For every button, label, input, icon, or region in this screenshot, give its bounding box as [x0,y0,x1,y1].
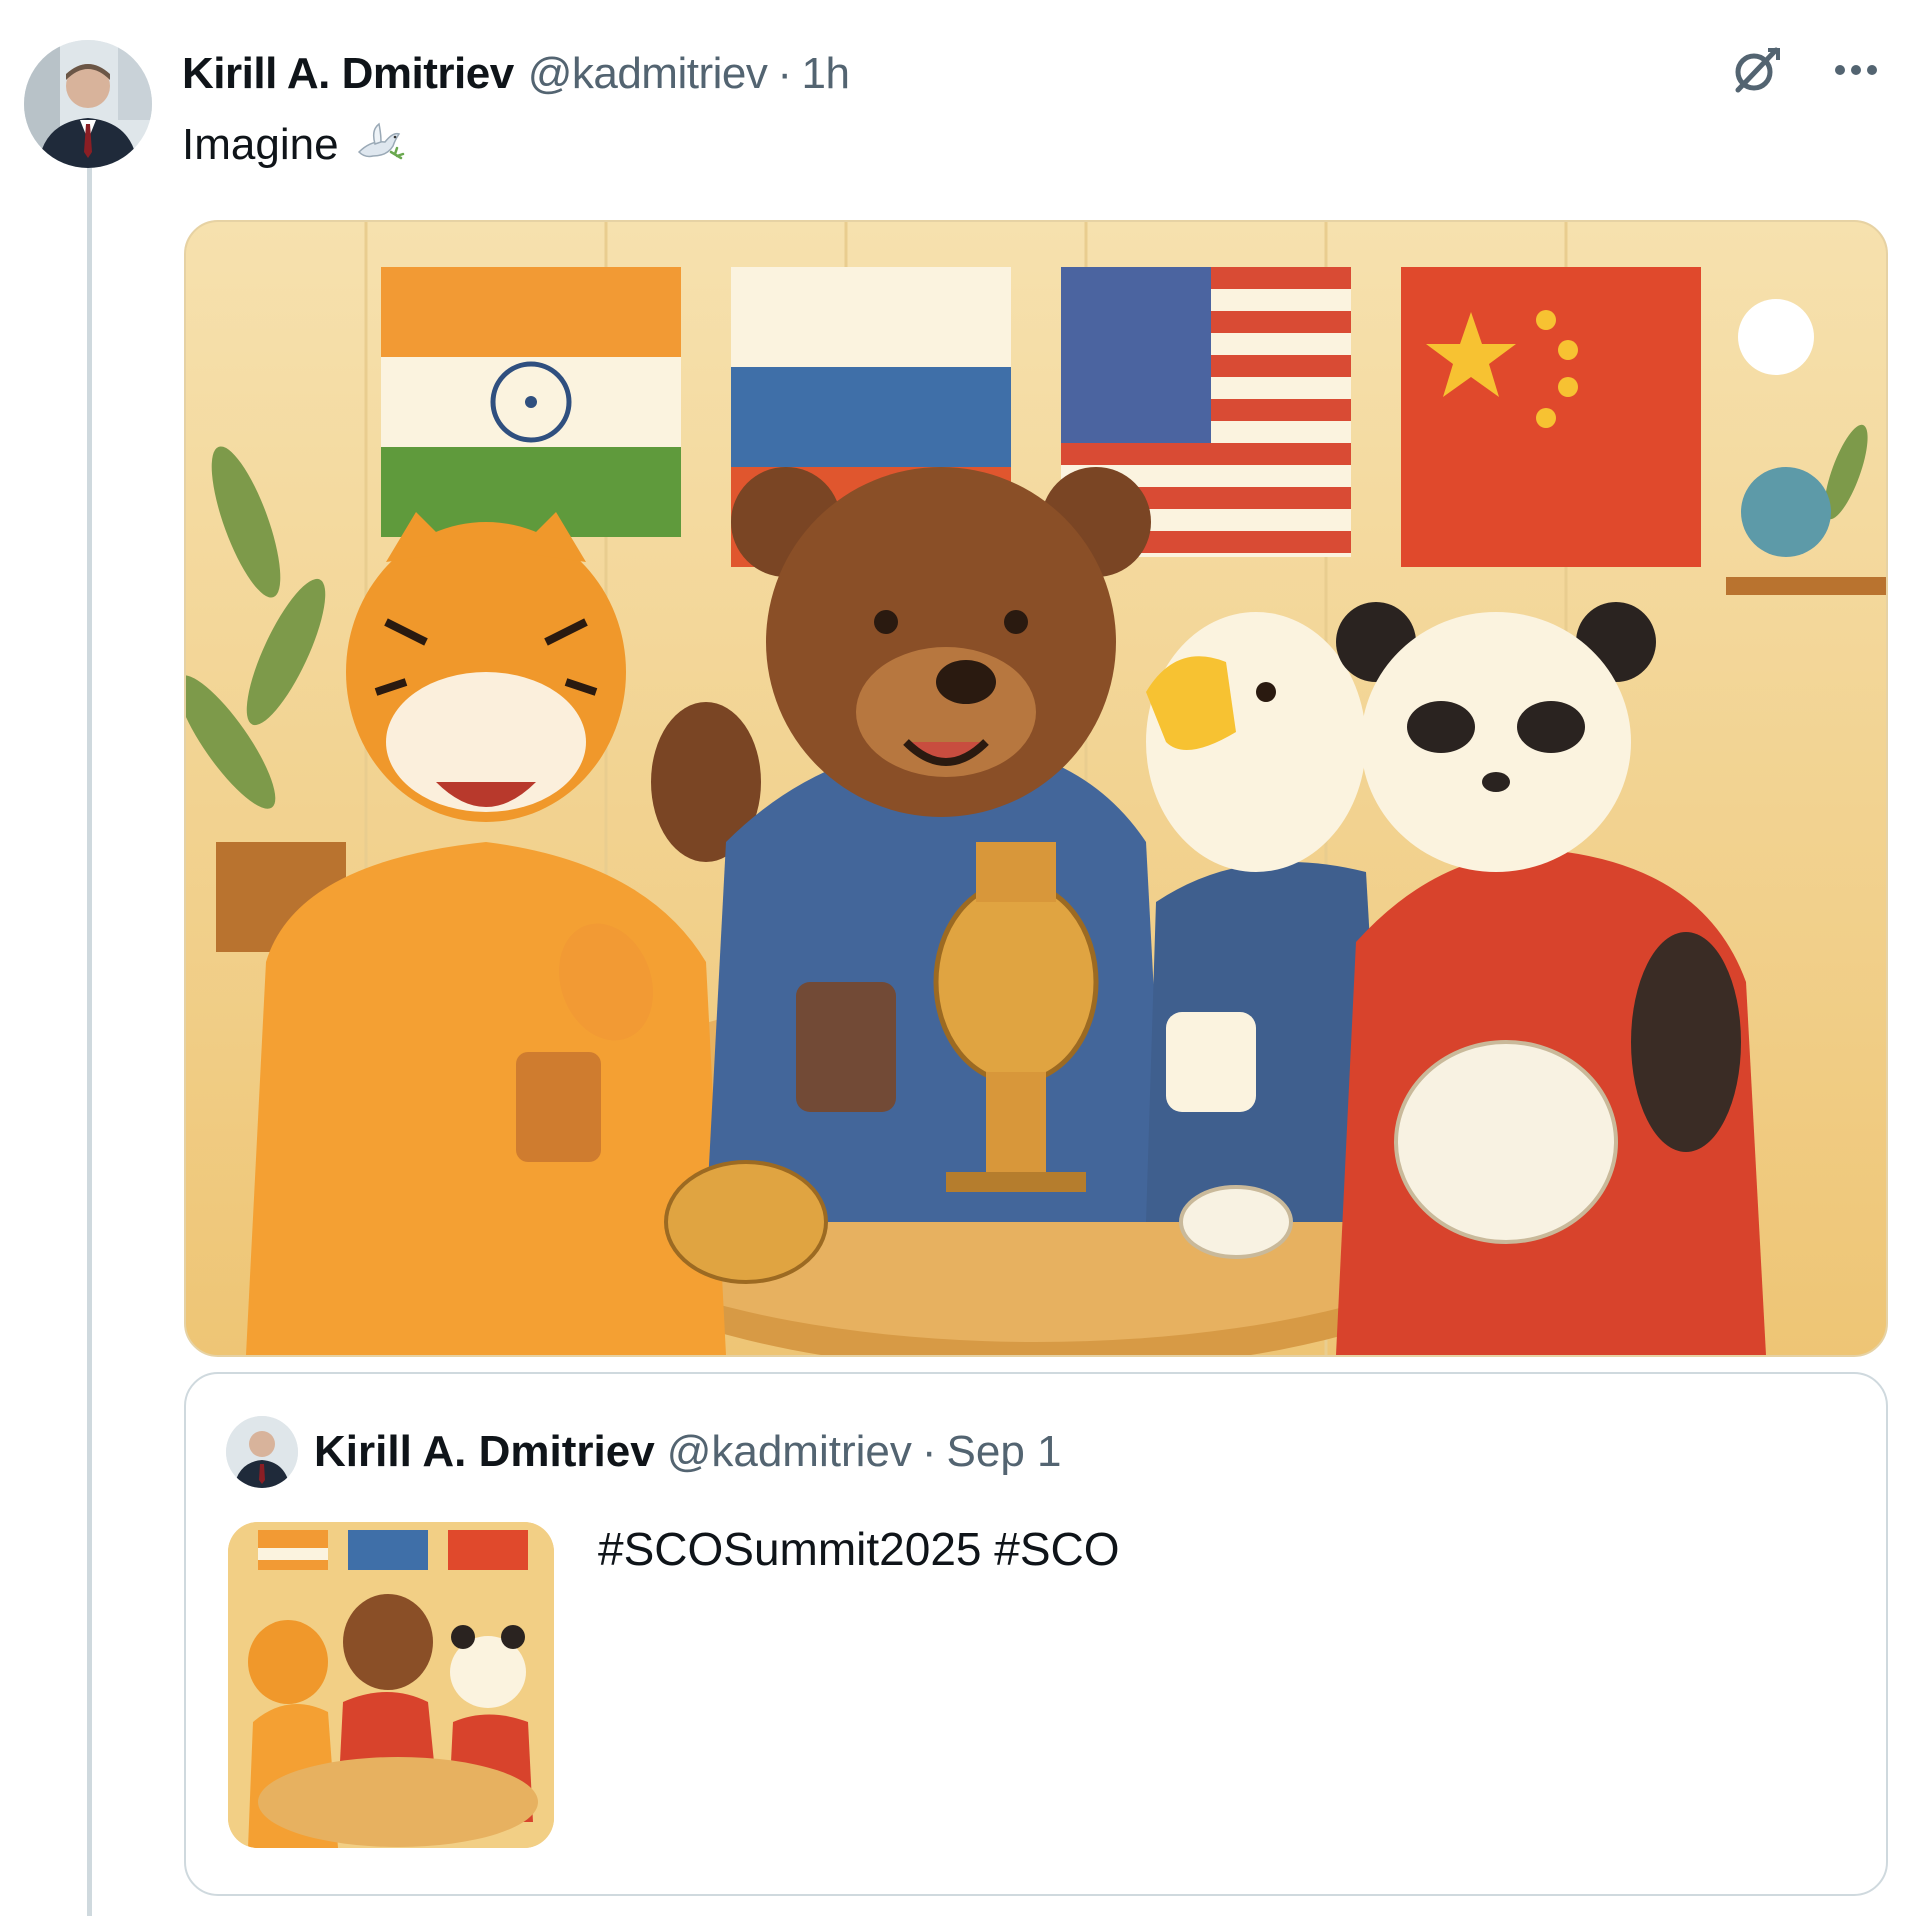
grok-icon[interactable] [1728,42,1784,98]
quoted-post-header: Kirill A. Dmitriev @kadmitriev · Sep 1 [226,1416,1062,1488]
post-timestamp[interactable]: 1h [802,49,850,99]
flag-china [1401,267,1701,567]
quoted-post-image[interactable] [228,1522,554,1848]
quoted-post-text: #SCOSummit2025 #SCO [598,1523,1120,1575]
quoted-post-card[interactable]: Kirill A. Dmitriev @kadmitriev · Sep 1 #… [184,1372,1888,1896]
thread-line [87,168,92,1916]
quoted-author-name[interactable]: Kirill A. Dmitriev [314,1427,655,1477]
quoted-author-avatar[interactable] [226,1416,298,1488]
author-avatar[interactable] [24,40,152,168]
dove-of-peace-icon [351,118,405,172]
post-image[interactable] [184,220,1888,1357]
illustration-tea-party [186,222,1886,1355]
post-text-content: Imagine [182,120,339,169]
avatar-photo [24,40,152,168]
author-handle[interactable]: @kadmitriev [528,49,768,99]
post-header: Kirill A. Dmitriev @kadmitriev · 1h [182,46,850,102]
post-actions-top [1728,42,1884,98]
quoted-post-timestamp[interactable]: Sep 1 [947,1427,1062,1477]
more-icon[interactable] [1828,42,1884,98]
author-name[interactable]: Kirill A. Dmitriev [182,49,514,99]
quoted-author-handle[interactable]: @kadmitriev [667,1427,912,1477]
separator-dot: · [777,49,792,98]
post-text: Imagine [182,114,405,176]
flag-india [381,267,681,537]
separator-dot: · [921,1427,937,1476]
